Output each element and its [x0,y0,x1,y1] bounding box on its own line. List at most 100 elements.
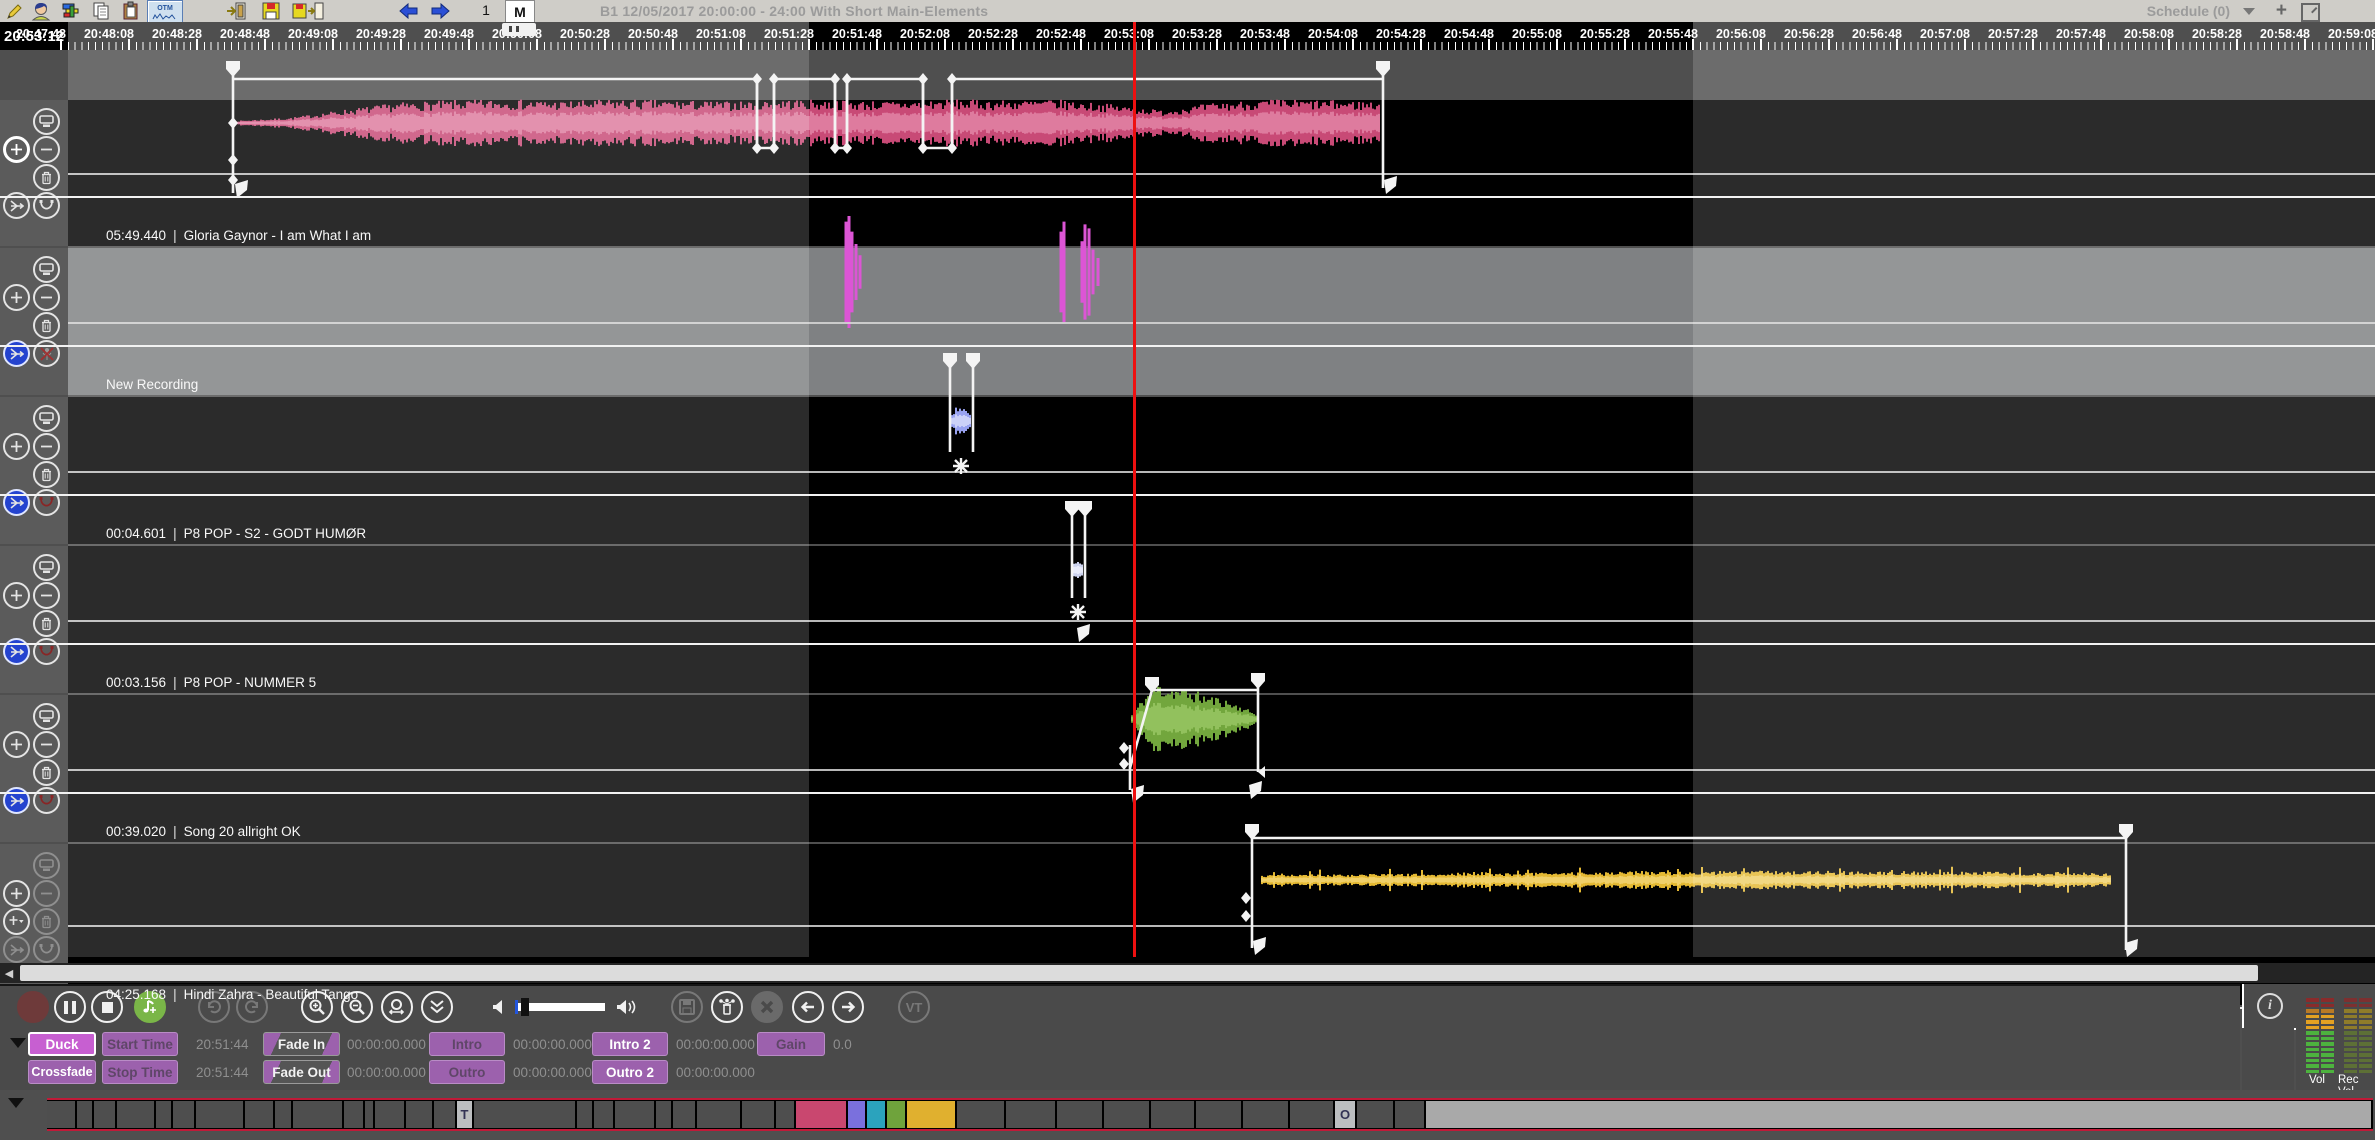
schedule-label[interactable]: Schedule (0) [2147,3,2230,19]
stop-time-value[interactable]: 20:51:44 [196,1060,249,1084]
user-icon[interactable] [30,1,52,21]
minimap-block[interactable] [656,1101,671,1128]
track-merge-button[interactable] [3,936,30,963]
minimap-block[interactable] [615,1101,654,1128]
minimap-block-o[interactable]: O [1335,1101,1355,1128]
minimap-block[interactable] [77,1101,92,1128]
minimap-block[interactable] [594,1101,613,1128]
load-door-icon[interactable] [226,1,248,21]
vt-button[interactable]: VT [898,991,930,1023]
intro-button[interactable]: Intro [429,1032,505,1056]
minimap-block[interactable] [275,1101,291,1128]
fade-in-value[interactable]: 00:00:00.000 [347,1032,426,1056]
nav-forward-icon[interactable] [429,1,451,21]
minimap-block[interactable] [196,1101,243,1128]
track-monitor-button[interactable] [33,256,60,283]
track-minus-button[interactable] [33,731,60,758]
otm-preview-icon[interactable]: OTM [147,0,183,24]
minimap-block-t[interactable]: T [457,1101,472,1128]
arrow-right-button[interactable] [832,991,864,1023]
minimap-block[interactable] [375,1101,404,1128]
playhead[interactable] [1133,22,1136,957]
minimap-collapse-icon[interactable] [8,1098,24,1108]
minimap-block[interactable] [245,1101,273,1128]
minimap-block[interactable] [887,1101,905,1128]
minimap-block[interactable] [577,1101,592,1128]
track-monitor-button[interactable] [33,703,60,730]
schedule-dropdown-icon[interactable] [2243,8,2255,15]
timeline-marker-chip[interactable] [502,23,536,36]
track-plus-button[interactable] [3,731,30,758]
track-trash-button[interactable] [33,312,60,339]
timeline-ruler[interactable]: 20:53:12 20:47:4820:48:0820:48:2820:48:4… [0,22,2375,50]
minimap-block[interactable] [848,1101,865,1128]
duck-button[interactable]: Duck [28,1032,96,1056]
cancel-button[interactable] [751,991,783,1023]
panel-collapse-icon[interactable] [10,1038,26,1048]
save-and-close-icon[interactable] [292,1,326,21]
track-minus-button[interactable] [33,136,60,163]
delete-marked-button[interactable] [711,991,743,1023]
minimap-block[interactable] [957,1101,1004,1128]
track-ucurve-button[interactable] [33,936,60,963]
horizontal-scrollbar[interactable]: ◀ [0,963,2375,983]
minimap-block[interactable] [406,1101,432,1128]
track-minus-button[interactable] [33,284,60,311]
minimap-block[interactable] [47,1101,75,1128]
track-monitor-button[interactable] [33,554,60,581]
track-plus-button[interactable] [3,433,30,460]
minimap-block[interactable] [173,1101,194,1128]
minimap-block[interactable] [1243,1101,1288,1128]
start-time-button[interactable]: Start Time [102,1032,178,1056]
minimap-block[interactable] [1426,1101,2371,1128]
crossfade-button[interactable]: Crossfade [28,1060,96,1084]
minimap-block[interactable] [117,1101,154,1128]
fade-in-button[interactable]: Fade In [263,1032,340,1056]
schedule-add-icon[interactable]: + [2276,0,2287,22]
track-monitor-button[interactable] [33,852,60,879]
nav-back-icon[interactable] [398,1,420,21]
track-minus-button[interactable] [33,880,60,907]
track-trash-button[interactable] [33,759,60,786]
outro2-value[interactable]: 00:00:00.000 [676,1060,755,1084]
scrollbar-left-arrow-icon[interactable]: ◀ [0,963,18,983]
track-monitor-button[interactable] [33,108,60,135]
track-trash-button[interactable] [33,610,60,637]
paste-icon[interactable] [120,1,142,21]
fade-out-button[interactable]: Fade Out [263,1060,340,1084]
minimap-block[interactable] [344,1101,363,1128]
track-plus-button[interactable] [3,136,30,163]
track-monitor-button[interactable] [33,405,60,432]
scrollbar-thumb[interactable] [20,965,2258,981]
edit-pencil-icon[interactable] [3,1,25,21]
minimap-block[interactable] [434,1101,455,1128]
minimap-rail[interactable]: TO [47,1098,2373,1131]
intro-value[interactable]: 00:00:00.000 [513,1032,592,1056]
fade-out-value[interactable]: 00:00:00.000 [347,1060,426,1084]
info-box[interactable]: i [2242,984,2296,1030]
minimap-block[interactable] [697,1101,740,1128]
minimap-block[interactable] [673,1101,695,1128]
minimap-block[interactable] [1395,1101,1424,1128]
gain-value[interactable]: 0.0 [833,1032,852,1056]
zoom-fit-button[interactable] [381,991,413,1023]
minimap-block[interactable] [94,1101,115,1128]
outro-value[interactable]: 00:00:00.000 [513,1060,592,1084]
save-icon[interactable] [260,1,282,21]
minimap-block[interactable] [156,1101,171,1128]
track-plus-button[interactable] [3,284,30,311]
mode-m-button[interactable]: M [505,0,535,24]
minimap-block[interactable] [907,1101,955,1128]
minimap-block[interactable] [1104,1101,1149,1128]
minimap-block[interactable] [1006,1101,1055,1128]
gain-button[interactable]: Gain [757,1032,825,1056]
minimap-block[interactable] [365,1101,373,1128]
outro2-button[interactable]: Outro 2 [592,1060,668,1084]
minimap-block[interactable] [776,1101,794,1128]
minimap-block[interactable] [1290,1101,1333,1128]
minimap-block[interactable] [1196,1101,1241,1128]
schedule-popout-icon[interactable] [2301,3,2320,22]
minimap-block[interactable] [742,1101,774,1128]
track-plusmenu-button[interactable] [3,908,30,935]
intro2-button[interactable]: Intro 2 [592,1032,668,1056]
